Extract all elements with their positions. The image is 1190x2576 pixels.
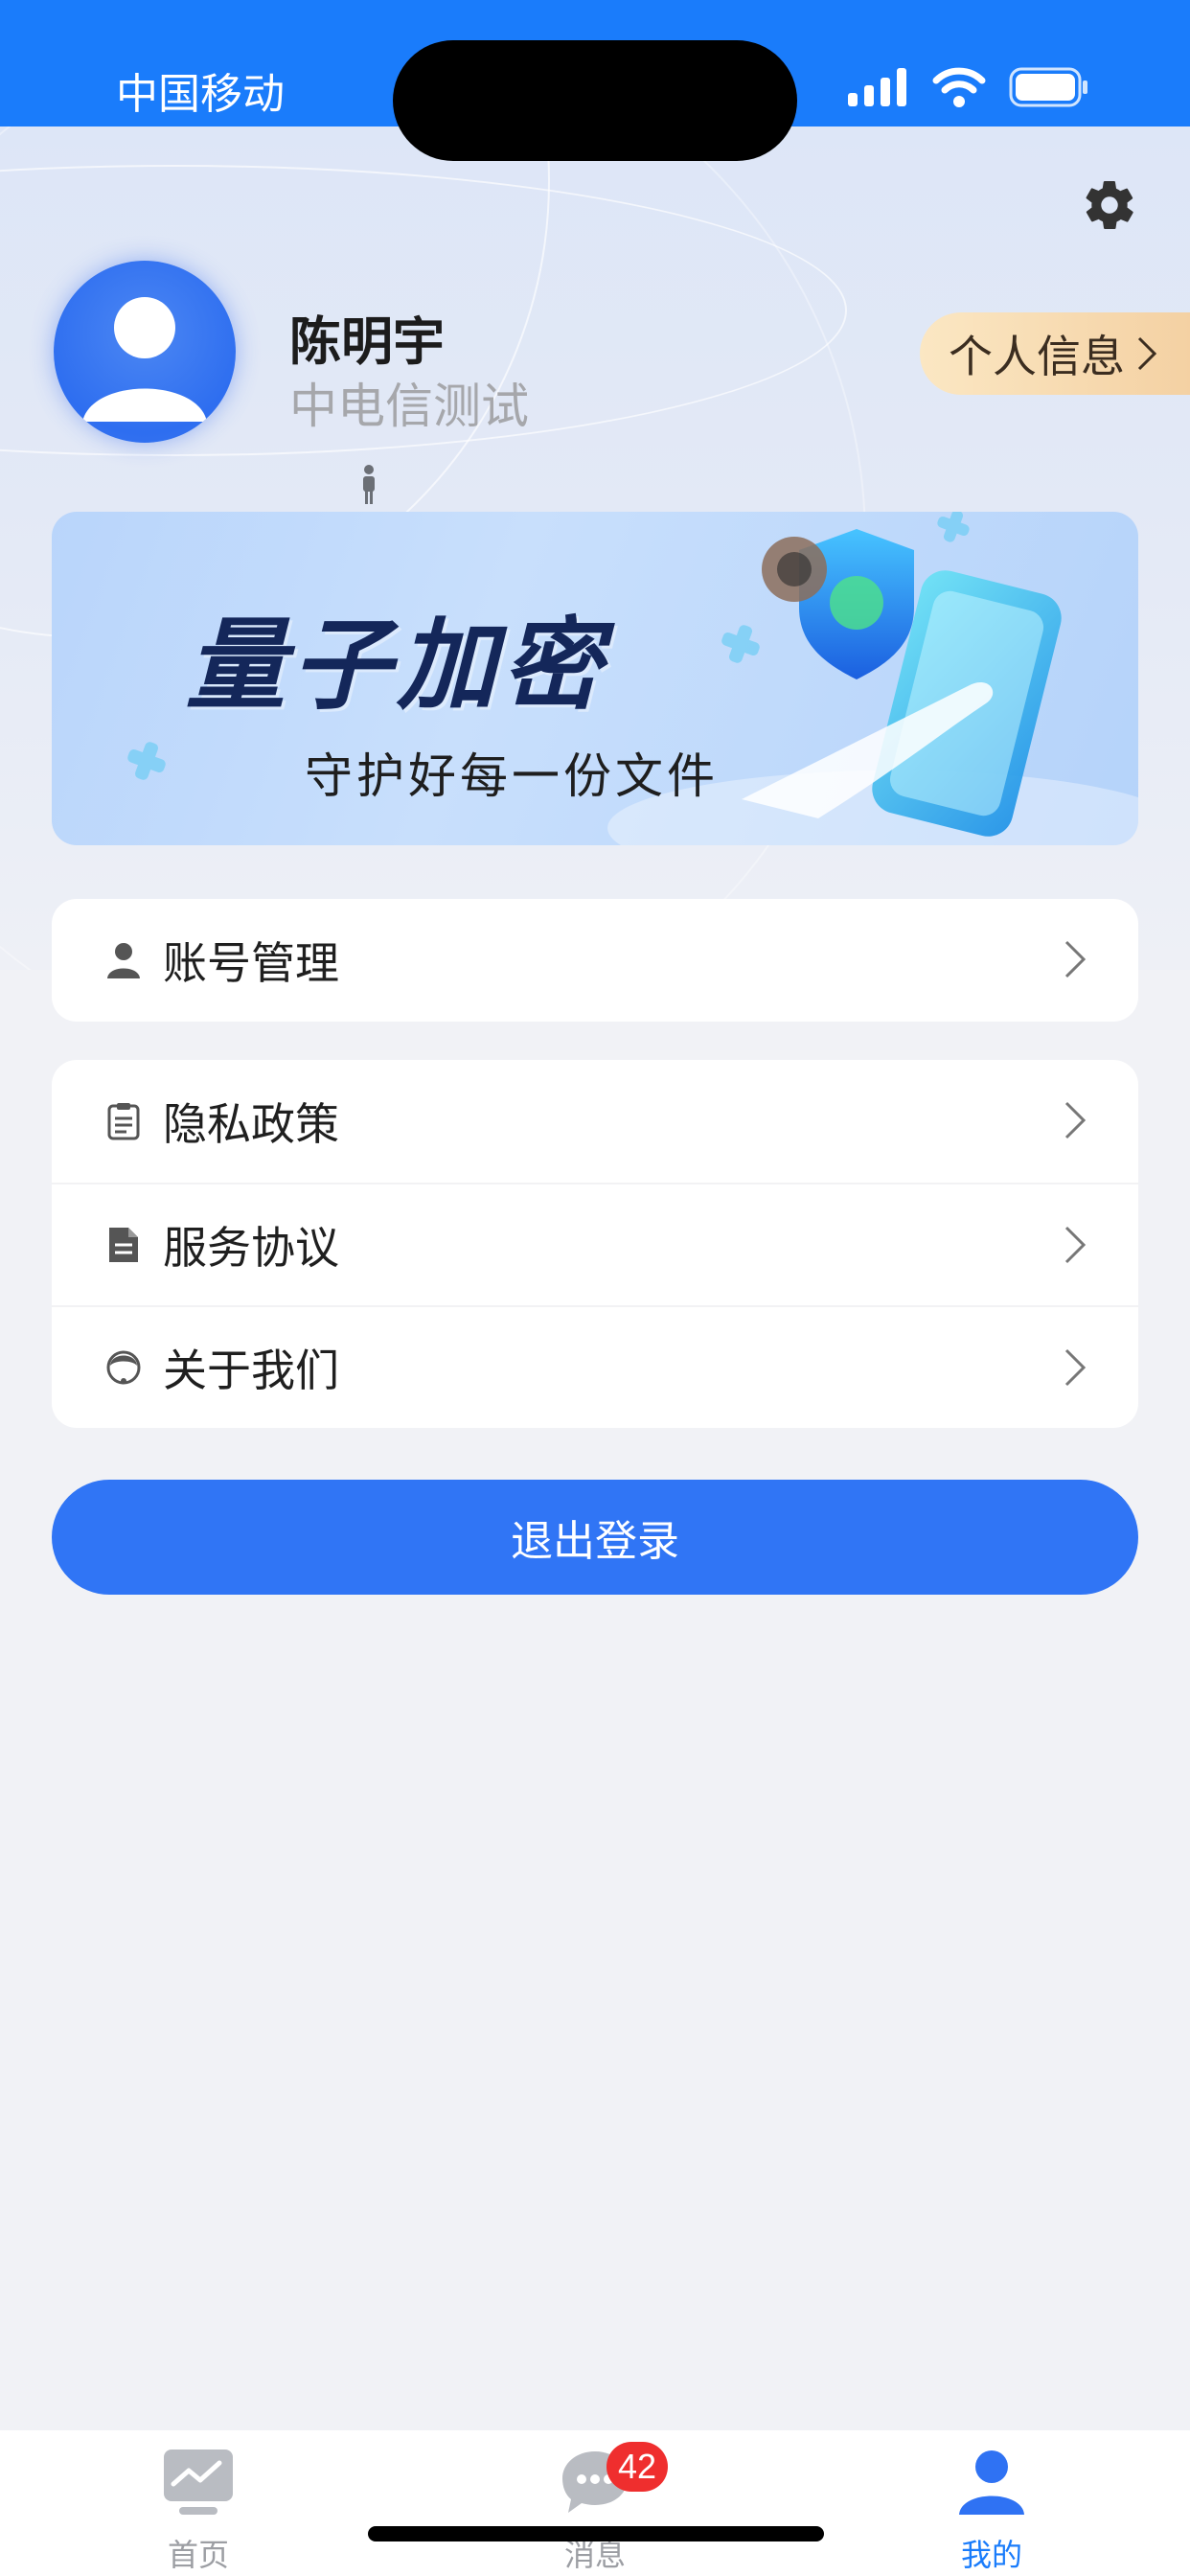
- menu-item-label: 关于我们: [163, 1346, 339, 1395]
- info-menu-card: 隐私政策 服务协议 关于我们: [52, 1060, 1138, 1428]
- menu-item-label: 服务协议: [163, 1223, 339, 1273]
- chevron-right-icon: [1064, 1226, 1087, 1264]
- avatar[interactable]: [54, 261, 236, 443]
- tab-label: 首页: [167, 2538, 229, 2572]
- user-icon: [959, 2450, 1024, 2515]
- user-organization: 中电信测试: [289, 380, 529, 433]
- headset-icon: [103, 1347, 144, 1388]
- menu-item-service-agreement[interactable]: 服务协议: [52, 1183, 1138, 1305]
- chevron-right-icon: [1064, 1348, 1087, 1387]
- document-icon: [103, 1225, 144, 1265]
- wifi-icon: [932, 67, 986, 107]
- person-icon: [103, 940, 144, 980]
- banner-title: 量子加密: [186, 610, 608, 722]
- chevron-right-icon: [1064, 940, 1087, 978]
- banner-subtitle: 守护好每一份文件: [305, 749, 719, 803]
- unread-badge: 42: [606, 2442, 668, 2492]
- tab-label: 我的: [960, 2538, 1022, 2572]
- account-menu-card: 账号管理: [52, 899, 1138, 1022]
- menu-item-account-management[interactable]: 账号管理: [52, 899, 1138, 1022]
- battery-icon: [1009, 67, 1087, 107]
- person-figure-icon: [363, 465, 375, 504]
- menu-item-privacy-policy[interactable]: 隐私政策: [52, 1060, 1138, 1183]
- status-icons: [848, 67, 1089, 107]
- tab-home[interactable]: 首页: [103, 2448, 294, 2575]
- user-name: 陈明宇: [289, 313, 445, 371]
- default-avatar-icon: [82, 297, 207, 422]
- personal-info-label: 个人信息: [949, 332, 1125, 381]
- home-indicator: [368, 2526, 824, 2542]
- personal-info-button[interactable]: 个人信息: [920, 312, 1190, 395]
- menu-item-label: 账号管理: [163, 938, 339, 988]
- dynamic-island: [393, 40, 797, 161]
- menu-item-about-us[interactable]: 关于我们: [52, 1305, 1138, 1428]
- bottom-tab-bar: 首页 42 消息 我的: [0, 2430, 1190, 2576]
- settings-gear-icon[interactable]: [1081, 176, 1138, 234]
- quantum-encryption-banner[interactable]: 量子加密 守护好每一份文件: [52, 512, 1138, 845]
- chevron-right-icon: [1064, 1101, 1087, 1139]
- chevron-right-icon: [1137, 336, 1157, 371]
- carrier-label: 中国移动: [116, 71, 285, 118]
- signal-icon: [848, 68, 906, 106]
- tab-mine[interactable]: 我的: [896, 2448, 1087, 2575]
- logout-button[interactable]: 退出登录: [52, 1480, 1138, 1595]
- clipboard-icon: [103, 1101, 144, 1141]
- menu-item-label: 隐私政策: [163, 1099, 339, 1149]
- chart-icon: [164, 2450, 233, 2515]
- tab-messages[interactable]: 42 消息: [499, 2442, 691, 2575]
